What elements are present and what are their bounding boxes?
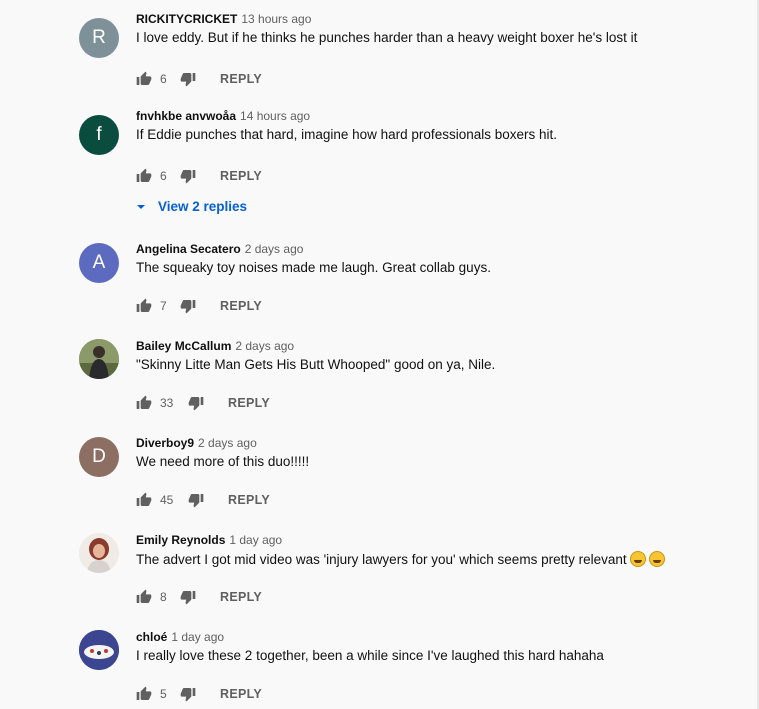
avatar[interactable]: R (79, 18, 119, 58)
comment-time[interactable]: 13 hours ago (241, 12, 311, 26)
thumbs-down-icon[interactable] (180, 686, 196, 702)
comment-text: I really love these 2 together, been a w… (136, 648, 604, 663)
avatar[interactable]: A (79, 243, 119, 283)
author-name[interactable]: Angelina Secatero (136, 242, 241, 256)
avatar[interactable]: D (79, 437, 119, 477)
caret-down-icon (137, 204, 145, 209)
thumbs-up-icon[interactable] (136, 71, 152, 87)
comment-header: Bailey McCallum 2 days ago (136, 339, 294, 353)
like-count: 33 (160, 396, 174, 410)
thumbs-up-icon[interactable] (136, 168, 152, 184)
avatar[interactable] (79, 339, 119, 379)
like-count: 5 (160, 687, 167, 701)
like-count: 7 (160, 299, 167, 313)
author-name[interactable]: Emily Reynolds (136, 533, 225, 547)
avatar-letter: A (92, 252, 106, 273)
reply-button[interactable]: REPLY (228, 396, 270, 410)
reply-button[interactable]: REPLY (220, 169, 262, 183)
comment-text: We need more of this duo!!!!! (136, 454, 310, 469)
comment-time[interactable]: 2 days ago (198, 436, 257, 450)
comment-text: The squeaky toy noises made me laugh. Gr… (136, 260, 491, 275)
thumbs-up-icon[interactable] (136, 395, 152, 411)
like-count: 6 (160, 169, 167, 183)
reply-button[interactable]: REPLY (220, 590, 262, 604)
comment-time[interactable]: 1 day ago (229, 533, 282, 547)
reply-button[interactable]: REPLY (220, 687, 262, 701)
avatar[interactable]: f (79, 115, 119, 155)
comment-time[interactable]: 1 day ago (171, 630, 224, 644)
thumbs-down-icon[interactable] (180, 168, 196, 184)
avatar[interactable] (79, 533, 119, 573)
like-count: 8 (160, 590, 167, 604)
comment-actions: 6 REPLY (136, 167, 262, 185)
avatar-letter: R (92, 27, 106, 48)
comment-header: RICKITYCRICKET 13 hours ago (136, 12, 311, 26)
face-with-tears-of-joy-icon (629, 551, 646, 567)
comment-header: chloé 1 day ago (136, 630, 224, 644)
reply-button[interactable]: REPLY (220, 299, 262, 313)
comment-text: I love eddy. But if he thinks he punches… (136, 30, 638, 45)
comment-time[interactable]: 2 days ago (235, 339, 294, 353)
comment-actions: 45 REPLY (136, 491, 270, 509)
reply-button[interactable]: REPLY (228, 493, 270, 507)
comment-actions: 6 REPLY (136, 70, 262, 88)
author-name[interactable]: Bailey McCallum (136, 339, 231, 353)
thumbs-down-icon[interactable] (180, 589, 196, 605)
author-name[interactable]: chloé (136, 630, 167, 644)
view-replies-button[interactable]: View 2 replies (136, 199, 247, 214)
view-replies-label: View 2 replies (158, 199, 248, 214)
avatar-letter: D (92, 446, 106, 467)
like-count: 45 (160, 493, 174, 507)
comment-actions: 7 REPLY (136, 297, 262, 315)
comment-text: The advert I got mid video was 'injury l… (136, 552, 627, 567)
avatar[interactable] (79, 630, 119, 670)
comment-header: fnvhkbe anvwoåa 14 hours ago (136, 109, 310, 123)
comment-time[interactable]: 2 days ago (245, 242, 304, 256)
comment-actions: 33 REPLY (136, 394, 270, 412)
comment-text: "Skinny Litte Man Gets His Butt Whooped"… (136, 357, 496, 372)
avatar-letter: f (96, 124, 102, 145)
like-count: 6 (160, 72, 167, 86)
comment-text-row: The advert I got mid video was 'injury l… (136, 551, 665, 567)
thumbs-up-icon[interactable] (136, 298, 152, 314)
profile-photo (79, 339, 119, 379)
thumbs-up-icon[interactable] (136, 589, 152, 605)
author-name[interactable]: Diverboy9 (136, 436, 194, 450)
thumbs-up-icon[interactable] (136, 492, 152, 508)
face-with-tears-of-joy-icon (648, 551, 665, 567)
profile-photo (79, 630, 119, 670)
comment-header: Diverboy9 2 days ago (136, 436, 257, 450)
profile-photo (79, 533, 119, 573)
comment-actions: 5 REPLY (136, 685, 262, 703)
thumbs-up-icon[interactable] (136, 686, 152, 702)
comment-actions: 8 REPLY (136, 588, 262, 606)
comment-header: Angelina Secatero 2 days ago (136, 242, 303, 256)
thumbs-down-icon[interactable] (180, 298, 196, 314)
thumbs-down-icon[interactable] (188, 395, 204, 411)
thumbs-down-icon[interactable] (180, 71, 196, 87)
comment-header: Emily Reynolds 1 day ago (136, 533, 282, 547)
comment-text: If Eddie punches that hard, imagine how … (136, 127, 557, 142)
comment-time[interactable]: 14 hours ago (240, 109, 310, 123)
reply-button[interactable]: REPLY (220, 72, 262, 86)
thumbs-down-icon[interactable] (188, 492, 204, 508)
author-name[interactable]: RICKITYCRICKET (136, 12, 237, 26)
author-name[interactable]: fnvhkbe anvwoåa (136, 109, 236, 123)
